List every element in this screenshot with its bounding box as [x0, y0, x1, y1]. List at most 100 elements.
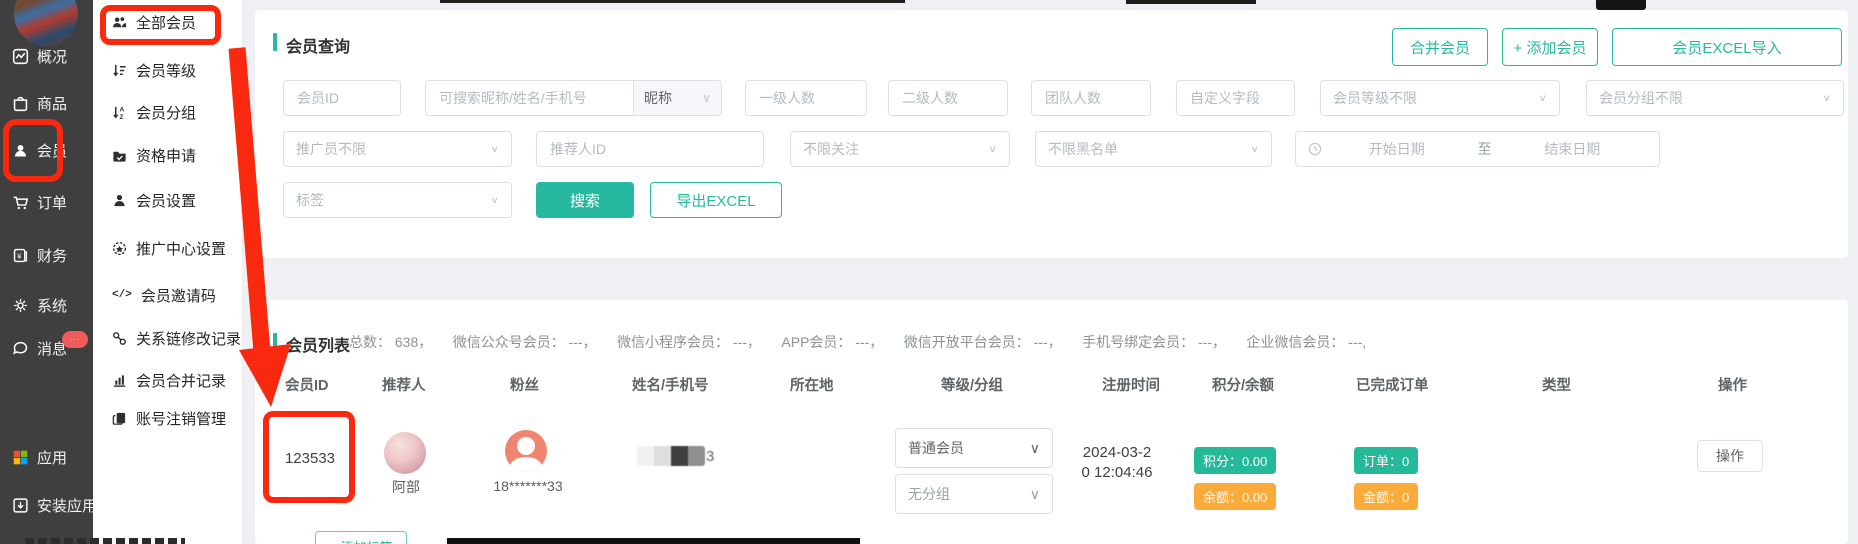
- blacklist-select[interactable]: 不限黑名单∨: [1035, 131, 1272, 167]
- fans-avatar[interactable]: [505, 430, 547, 472]
- system-icon: [12, 297, 29, 314]
- submenu-item-label: 资格申请: [136, 145, 196, 166]
- orders-badge: 订单：0: [1354, 447, 1418, 474]
- apps-icon: [12, 449, 29, 466]
- submenu-item-label: 全部会员: [136, 12, 196, 33]
- member-settings-icon: [112, 193, 127, 208]
- row-level-select[interactable]: 普通会员∨: [895, 428, 1053, 468]
- qualification-icon: [112, 148, 127, 163]
- admin-member-page: 概况 商品 会员 订单 ¥ 财务 系统 消息 应用: [0, 0, 1858, 544]
- search-input[interactable]: [425, 80, 633, 116]
- member-level-icon: [112, 63, 127, 78]
- balance-badge: 余额：0.00: [1194, 483, 1276, 510]
- custom-field-input[interactable]: [1176, 80, 1295, 116]
- sidebar-item-messages[interactable]: 消息: [12, 337, 67, 359]
- browser-fragment: [1596, 0, 1646, 10]
- browser-fragment: [440, 0, 905, 3]
- submenu-member-level[interactable]: 会员等级: [112, 59, 196, 81]
- sidebar-item-label: 系统: [37, 295, 67, 316]
- products-icon: [12, 95, 29, 112]
- col-completed-orders: 已完成订单: [1356, 374, 1429, 395]
- submenu-merge-log[interactable]: 会员合并记录: [112, 369, 226, 391]
- member-level-select[interactable]: 会员等级不限∨: [1320, 80, 1560, 116]
- query-panel-title: 会员查询: [286, 33, 350, 57]
- tag-select[interactable]: 标签∨: [283, 182, 512, 218]
- submenu-account-cancel[interactable]: 账号注销管理: [112, 407, 226, 429]
- stat-mini-program: 微信小程序会员： ---，: [617, 334, 761, 350]
- svg-text:Z: Z: [120, 114, 124, 120]
- taskbar-text-fragment: [25, 538, 185, 544]
- follow-select[interactable]: 不限关注∨: [790, 131, 1010, 167]
- messages-icon: [12, 340, 29, 357]
- submenu-qualification[interactable]: 资格申请: [112, 144, 196, 166]
- title-accent-bar: [273, 333, 277, 349]
- date-separator: 至: [1472, 139, 1498, 159]
- submenu-item-label: 推广中心设置: [136, 238, 226, 259]
- add-tag-button[interactable]: + 添加标签: [315, 531, 407, 544]
- level1-count-input[interactable]: [745, 80, 867, 116]
- referrer-id-input[interactable]: [536, 131, 764, 167]
- referrer-avatar[interactable]: [384, 432, 426, 474]
- avatar[interactable]: [14, 0, 78, 46]
- export-excel-button[interactable]: 导出EXCEL: [650, 182, 782, 218]
- col-actions: 操作: [1718, 374, 1747, 395]
- members-icon: [12, 142, 29, 159]
- row-group-select[interactable]: 无分组∨: [895, 474, 1053, 514]
- register-date-range-picker[interactable]: 开始日期 至 结束日期: [1295, 131, 1660, 167]
- chevron-down-icon: ∨: [490, 194, 499, 205]
- stat-app: APP会员： ---，: [781, 334, 883, 350]
- col-type: 类型: [1542, 374, 1571, 395]
- chevron-down-icon: ∨: [490, 143, 499, 154]
- submenu-invite-code[interactable]: </> 会员邀请码: [112, 284, 216, 306]
- taskbar-fragment: [447, 538, 860, 544]
- level2-count-input[interactable]: [888, 80, 1008, 116]
- sidebar-item-overview[interactable]: 概况: [12, 45, 67, 67]
- add-member-button[interactable]: + 添加会员: [1502, 28, 1598, 66]
- clock-icon: [1308, 142, 1322, 156]
- submenu-member-group[interactable]: AZ 会员分组: [112, 101, 196, 123]
- sidebar-item-install-apps[interactable]: 安装应用: [12, 494, 97, 516]
- sidebar-item-orders[interactable]: 订单: [12, 191, 67, 213]
- submenu-promotion-center[interactable]: 推广中心设置: [112, 237, 226, 259]
- date-start-placeholder[interactable]: 开始日期: [1322, 139, 1472, 159]
- referrer-name: 阿部: [366, 477, 446, 497]
- date-end-placeholder[interactable]: 结束日期: [1498, 139, 1648, 159]
- redacted-name: 3: [637, 446, 714, 466]
- sidebar-item-label: 安装应用: [37, 495, 97, 516]
- col-referrer: 推荐人: [382, 374, 426, 395]
- promoter-select[interactable]: 推广员不限∨: [283, 131, 512, 167]
- team-count-input[interactable]: [1031, 80, 1151, 116]
- amount-badge: 金额：0: [1354, 483, 1418, 510]
- sidebar-item-finance[interactable]: ¥ 财务: [12, 244, 67, 266]
- search-button[interactable]: 搜索: [536, 182, 634, 218]
- sidebar-item-apps[interactable]: 应用: [12, 446, 67, 468]
- points-badge: 积分：0.00: [1194, 447, 1276, 474]
- member-list-panel: 会员列表 总数： 638， 微信公众号会员： ---， 微信小程序会员： ---…: [255, 300, 1848, 544]
- search-type-select[interactable]: 昵称 ∨: [633, 80, 722, 116]
- member-group-select[interactable]: 会员分组不限∨: [1586, 80, 1844, 116]
- sidebar-item-members[interactable]: 会员: [12, 139, 67, 161]
- col-member-id: 会员ID: [285, 374, 329, 395]
- promotion-center-icon: [112, 241, 127, 256]
- row-action-button[interactable]: 操作: [1697, 440, 1763, 472]
- sidebar-item-products[interactable]: 商品: [12, 92, 67, 114]
- sidebar-item-label: 应用: [37, 447, 67, 468]
- submenu-item-label: 关系链修改记录: [136, 328, 241, 349]
- submenu-item-label: 会员分组: [136, 102, 196, 123]
- excel-import-button[interactable]: 会员EXCEL导入: [1612, 28, 1842, 66]
- sidebar-item-system[interactable]: 系统: [12, 294, 67, 316]
- chevron-down-icon: ∨: [1030, 440, 1040, 457]
- title-accent-bar: [273, 33, 277, 51]
- submenu-item-label: 会员设置: [136, 190, 196, 211]
- submenu-all-members[interactable]: 全部会员: [112, 11, 196, 33]
- stat-enterprise-wechat: 企业微信会员： ---,: [1246, 334, 1366, 350]
- submenu-relation-log[interactable]: 关系链修改记录: [112, 327, 241, 349]
- fans-phone: 18*******33: [485, 478, 571, 494]
- col-fans: 粉丝: [510, 374, 539, 395]
- merge-member-button[interactable]: 合并会员: [1392, 28, 1488, 66]
- member-id-input[interactable]: [283, 80, 401, 116]
- main-sidebar: 概况 商品 会员 订单 ¥ 财务 系统 消息 应用: [0, 0, 93, 544]
- col-location: 所在地: [790, 374, 834, 395]
- member-id-value: 123533: [277, 450, 343, 467]
- submenu-member-settings[interactable]: 会员设置: [112, 189, 196, 211]
